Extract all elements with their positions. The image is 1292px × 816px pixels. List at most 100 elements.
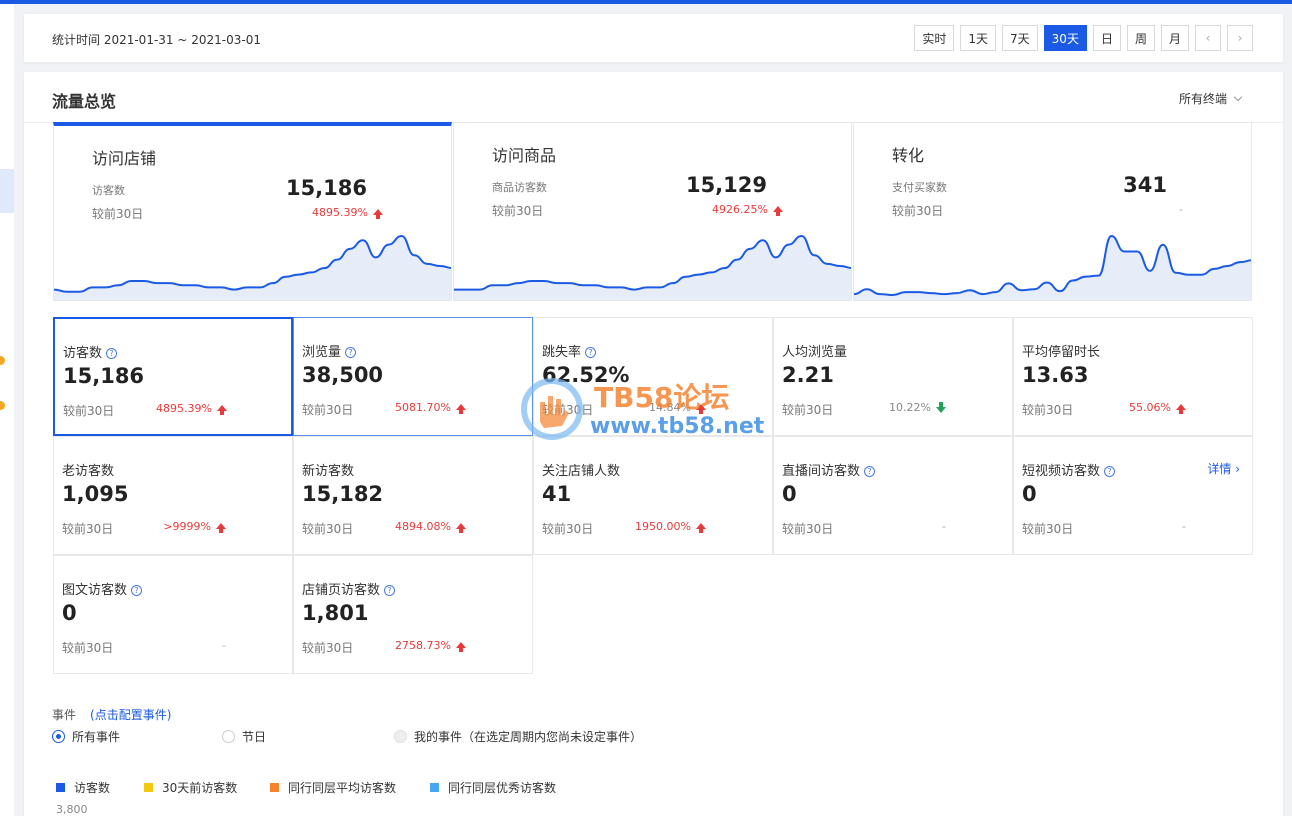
legend-item-30day-before[interactable]: 30天前访客数 — [144, 779, 237, 796]
left-nav-selected[interactable] — [0, 169, 14, 213]
metric-value: 2.21 — [782, 363, 834, 387]
metric-compare: 较前30日 — [62, 522, 114, 536]
metric-card[interactable]: 老访客数 1,095 较前30日 >9999% — [53, 436, 293, 555]
notification-dot — [0, 356, 5, 365]
metric-change: 14.84% — [626, 401, 706, 414]
terminal-select[interactable]: 所有终端 — [1178, 90, 1243, 107]
trend-up-icon — [773, 206, 783, 216]
help-icon[interactable]: ? — [384, 585, 396, 596]
legend-item-visitors[interactable]: 访客数 — [56, 779, 110, 796]
overview-card-metric: 访客数 — [92, 184, 125, 197]
help-icon[interactable]: ? — [131, 585, 143, 596]
metric-change: 5081.70% — [386, 401, 466, 414]
legend-swatch — [144, 783, 153, 792]
radio-holidays[interactable]: 节日 — [222, 728, 266, 745]
radio-unchecked-icon — [222, 730, 235, 743]
trend-up-icon — [456, 642, 466, 652]
metric-card[interactable]: 新访客数 15,182 较前30日 4894.08% — [293, 436, 533, 555]
metric-card[interactable]: 直播间访客数? 0 较前30日 - — [773, 436, 1013, 555]
trend-up-icon — [373, 209, 383, 219]
trend-up-icon — [1176, 404, 1186, 414]
metric-compare: 较前30日 — [62, 641, 114, 655]
overview-card-store[interactable]: 访问店铺 访客数 15,186 较前30日 4895.39% — [53, 122, 452, 301]
trend-up-icon — [696, 523, 706, 533]
trend-up-icon — [217, 405, 227, 415]
metric-value: 15,182 — [302, 482, 384, 506]
overview-card-compare: 较前30日 — [892, 204, 944, 218]
prev-period-icon[interactable]: ‹ — [1195, 25, 1221, 51]
time-button-day[interactable]: 日 — [1092, 25, 1121, 51]
metric-label: 店铺页访客数? — [302, 579, 396, 598]
overview-card-compare: 较前30日 — [492, 204, 544, 218]
metric-label: 访客数? — [63, 342, 118, 361]
metric-change: - — [222, 639, 226, 652]
radio-my-events: 我的事件（在选定周期内您尚未设定事件） — [394, 728, 642, 745]
metric-card[interactable]: 跳失率? 62.52% 较前30日 14.84% — [533, 317, 773, 436]
config-events-link[interactable]: (点击配置事件) — [90, 708, 171, 722]
metric-label: 短视频访客数? — [1022, 460, 1116, 479]
metric-compare: 较前30日 — [302, 641, 354, 655]
metric-card[interactable]: 平均停留时长 13.63 较前30日 55.06% — [1013, 317, 1253, 436]
chevron-down-icon — [1233, 92, 1243, 102]
overview-card-conversion[interactable]: 转化 支付买家数 341 较前30日 - — [853, 122, 1252, 301]
metric-label: 人均浏览量 — [782, 345, 848, 360]
help-icon[interactable]: ? — [1104, 466, 1116, 477]
overview-card-goods[interactable]: 访问商品 商品访客数 15,129 较前30日 4926.25% — [453, 122, 852, 301]
metric-compare: 较前30日 — [782, 522, 834, 536]
metric-card[interactable]: 关注店铺人数 41 较前30日 1950.00% — [533, 436, 773, 555]
metric-value: 0 — [782, 482, 797, 506]
metric-change: 55.06% — [1106, 401, 1186, 414]
details-link[interactable]: 详情 › — [1207, 460, 1240, 477]
help-icon[interactable]: ? — [864, 466, 876, 477]
metric-card[interactable]: 店铺页访客数? 1,801 较前30日 2758.73% — [293, 555, 533, 674]
left-nav-rail — [0, 4, 14, 816]
time-buttons: 实时 1天 7天 30天 日 周 月 ‹ › — [914, 25, 1253, 51]
legend-swatch — [270, 783, 279, 792]
overview-sparkline — [854, 234, 1251, 300]
trend-up-icon — [216, 523, 226, 533]
metric-label: 直播间访客数? — [782, 460, 876, 479]
help-icon[interactable]: ? — [106, 348, 118, 359]
legend-item-peer-average[interactable]: 同行同层平均访客数 — [270, 779, 396, 796]
trend-up-icon — [696, 404, 706, 414]
time-button-month[interactable]: 月 — [1160, 25, 1189, 51]
metric-change: - — [942, 520, 946, 533]
time-button-week[interactable]: 周 — [1126, 25, 1155, 51]
metric-value: 1,095 — [62, 482, 129, 506]
time-button-30day[interactable]: 30天 — [1043, 25, 1087, 51]
metric-card[interactable]: 短视频访客数? 详情 › 0 较前30日 - — [1013, 436, 1253, 555]
legend-item-peer-excellent[interactable]: 同行同层优秀访客数 — [430, 779, 556, 796]
metric-label: 跳失率? — [542, 341, 597, 360]
terminal-select-value: 所有终端 — [1178, 92, 1227, 106]
time-button-realtime[interactable]: 实时 — [914, 25, 955, 51]
overview-sparkline — [454, 234, 851, 300]
metric-card[interactable]: 图文访客数? 0 较前30日 - — [53, 555, 293, 674]
metric-value: 1,801 — [302, 601, 369, 625]
metric-change: 4895.39% — [147, 402, 227, 415]
radio-all-events[interactable]: 所有事件 — [52, 728, 120, 745]
metric-card[interactable]: 访客数? 15,186 较前30日 4895.39% — [53, 317, 293, 436]
help-icon[interactable]: ? — [585, 347, 597, 358]
overview-card-change: - — [1179, 203, 1183, 216]
time-button-7day[interactable]: 7天 — [1002, 25, 1038, 51]
notification-dot — [0, 401, 5, 410]
metric-change: 10.22% — [866, 401, 946, 414]
help-icon[interactable]: ? — [345, 347, 357, 358]
overview-card-compare: 较前30日 — [92, 207, 144, 221]
events-label: 事件 — [52, 708, 77, 722]
overview-card-change: 4926.25% — [712, 203, 783, 216]
metric-label: 老访客数 — [62, 464, 115, 479]
trend-up-icon — [456, 523, 466, 533]
overview-sparkline — [54, 234, 451, 300]
metric-compare: 较前30日 — [542, 403, 594, 417]
metric-card[interactable]: 人均浏览量 2.21 较前30日 10.22% — [773, 317, 1013, 436]
metric-card[interactable]: 浏览量? 38,500 较前30日 5081.70% — [293, 317, 533, 436]
overview-card-title: 访问商品 — [492, 146, 557, 165]
time-button-1day[interactable]: 1天 — [960, 25, 997, 51]
radio-disabled-icon — [394, 730, 407, 743]
date-range-text: 统计时间 2021-01-31 ~ 2021-03-01 — [52, 33, 261, 47]
panel-title: 流量总览 — [52, 92, 117, 111]
legend-swatch — [56, 783, 65, 792]
next-period-icon[interactable]: › — [1227, 25, 1253, 51]
metric-label: 浏览量? — [302, 341, 357, 360]
